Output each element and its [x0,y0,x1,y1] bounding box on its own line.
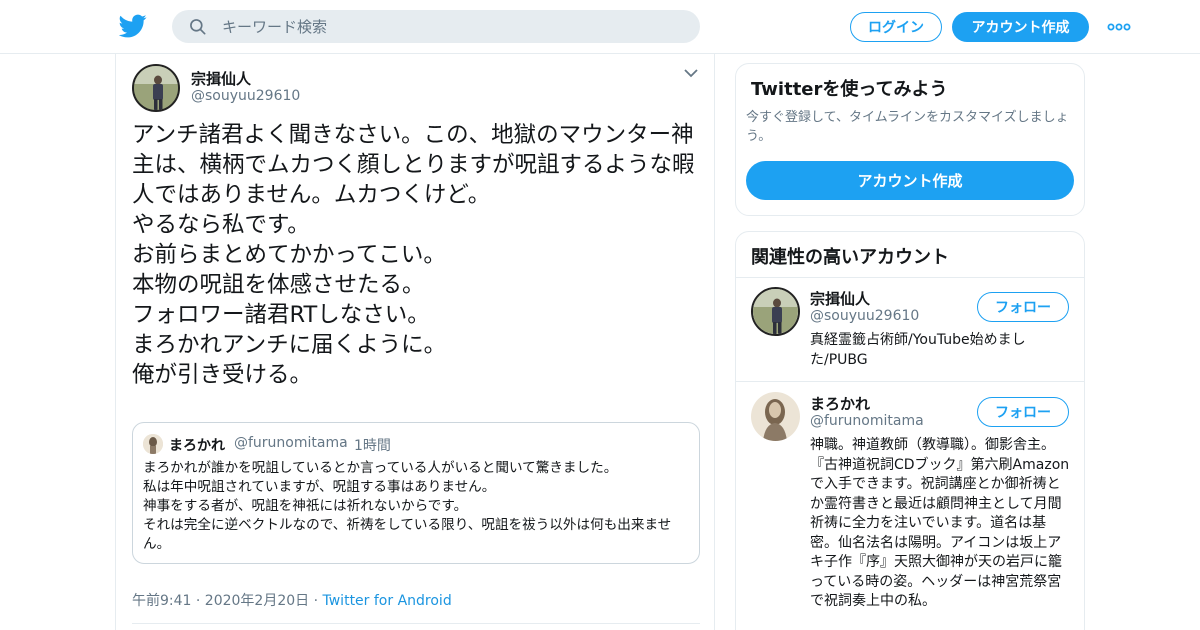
quoted-tweet-text: まろかれが誰かを呪詛しているとか言っている人がいると聞いて驚きました。 私は年中… [143,460,672,552]
quoted-time: 1時間 [354,438,391,454]
login-button[interactable]: ログイン [850,12,942,42]
account-photo [751,392,800,441]
tweet-source-link[interactable]: Twitter for Android [323,593,452,609]
tweet-metadata: 午前9:41 · 2020年2月20日 · Twitter for Androi… [132,590,452,610]
quoted-separator: · [343,435,348,451]
more-options-icon[interactable] [1107,17,1131,37]
signup-card-button[interactable]: アカウント作成 [746,161,1074,200]
quoted-tweet[interactable]: まろかれ @furunomitama · 1時間 まろかれが誰かを呪詛していると… [132,422,700,564]
twitter-bird-logo-icon[interactable] [119,12,147,40]
divider [132,623,700,624]
quoted-author-handle: @furunomitama [234,435,348,451]
related-account-handle[interactable]: @furunomitama [810,413,924,429]
quoted-author-avatar [143,434,163,454]
signup-card-subtitle: 今すぐ登録して、タイムラインをカスタマイズしましょう。 [746,110,1069,144]
tweet-text: アンチ諸君よく聞きなさい。この、地獄のマウンター神主は、横柄でムカつく顔しとりま… [132,122,695,388]
signup-button[interactable]: アカウント作成 [952,12,1089,42]
related-account-bio: 真経霊籤占術師/YouTube始めました/PUBG [810,332,1026,368]
search-input[interactable] [222,10,682,43]
follow-button[interactable]: フォロー [977,397,1069,427]
top-navigation-bar: ログイン アカウント作成 [0,0,1200,54]
author-avatar[interactable] [132,64,180,112]
quoted-author-name: まろかれ [169,438,225,454]
author-display-name[interactable]: 宗揖仙人 [191,68,251,89]
chevron-down-icon[interactable] [684,68,698,78]
meta-separator: · [313,593,319,609]
account-photo [753,289,798,334]
related-account-name[interactable]: まろかれ [810,393,870,414]
search-bar[interactable] [172,10,700,43]
related-account-bio: 神職。神道教師（教導職）。御影舎主。『古神道祝詞CDブック』第六刷Amazonで… [810,437,1070,609]
divider [736,381,1084,382]
quoted-author-photo [143,434,163,454]
related-account-name[interactable]: 宗揖仙人 [810,288,870,309]
related-account-handle[interactable]: @souyuu29610 [810,308,919,324]
signup-promo-card: Twitterを使ってみよう 今すぐ登録して、タイムラインをカスタマイズしましょ… [735,63,1085,216]
tweet-timestamp[interactable]: 午前9:41 · 2020年2月20日 [132,593,309,609]
related-accounts-card: 関連性の高いアカウント 宗揖仙人 @souyuu29610 フォロー 真経霊籤占… [735,231,1085,630]
author-photo [134,66,178,110]
search-icon [190,19,206,35]
divider [736,277,1084,278]
related-accounts-title: 関連性の高いアカウント [751,247,949,268]
related-account-avatar[interactable] [751,287,800,336]
related-account-avatar[interactable] [751,392,800,441]
follow-button[interactable]: フォロー [977,292,1069,322]
author-handle[interactable]: @souyuu29610 [191,88,300,104]
tweet-detail: 宗揖仙人 @souyuu29610 アンチ諸君よく聞きなさい。この、地獄のマウン… [115,54,715,630]
signup-card-title: Twitterを使ってみよう [751,79,948,100]
